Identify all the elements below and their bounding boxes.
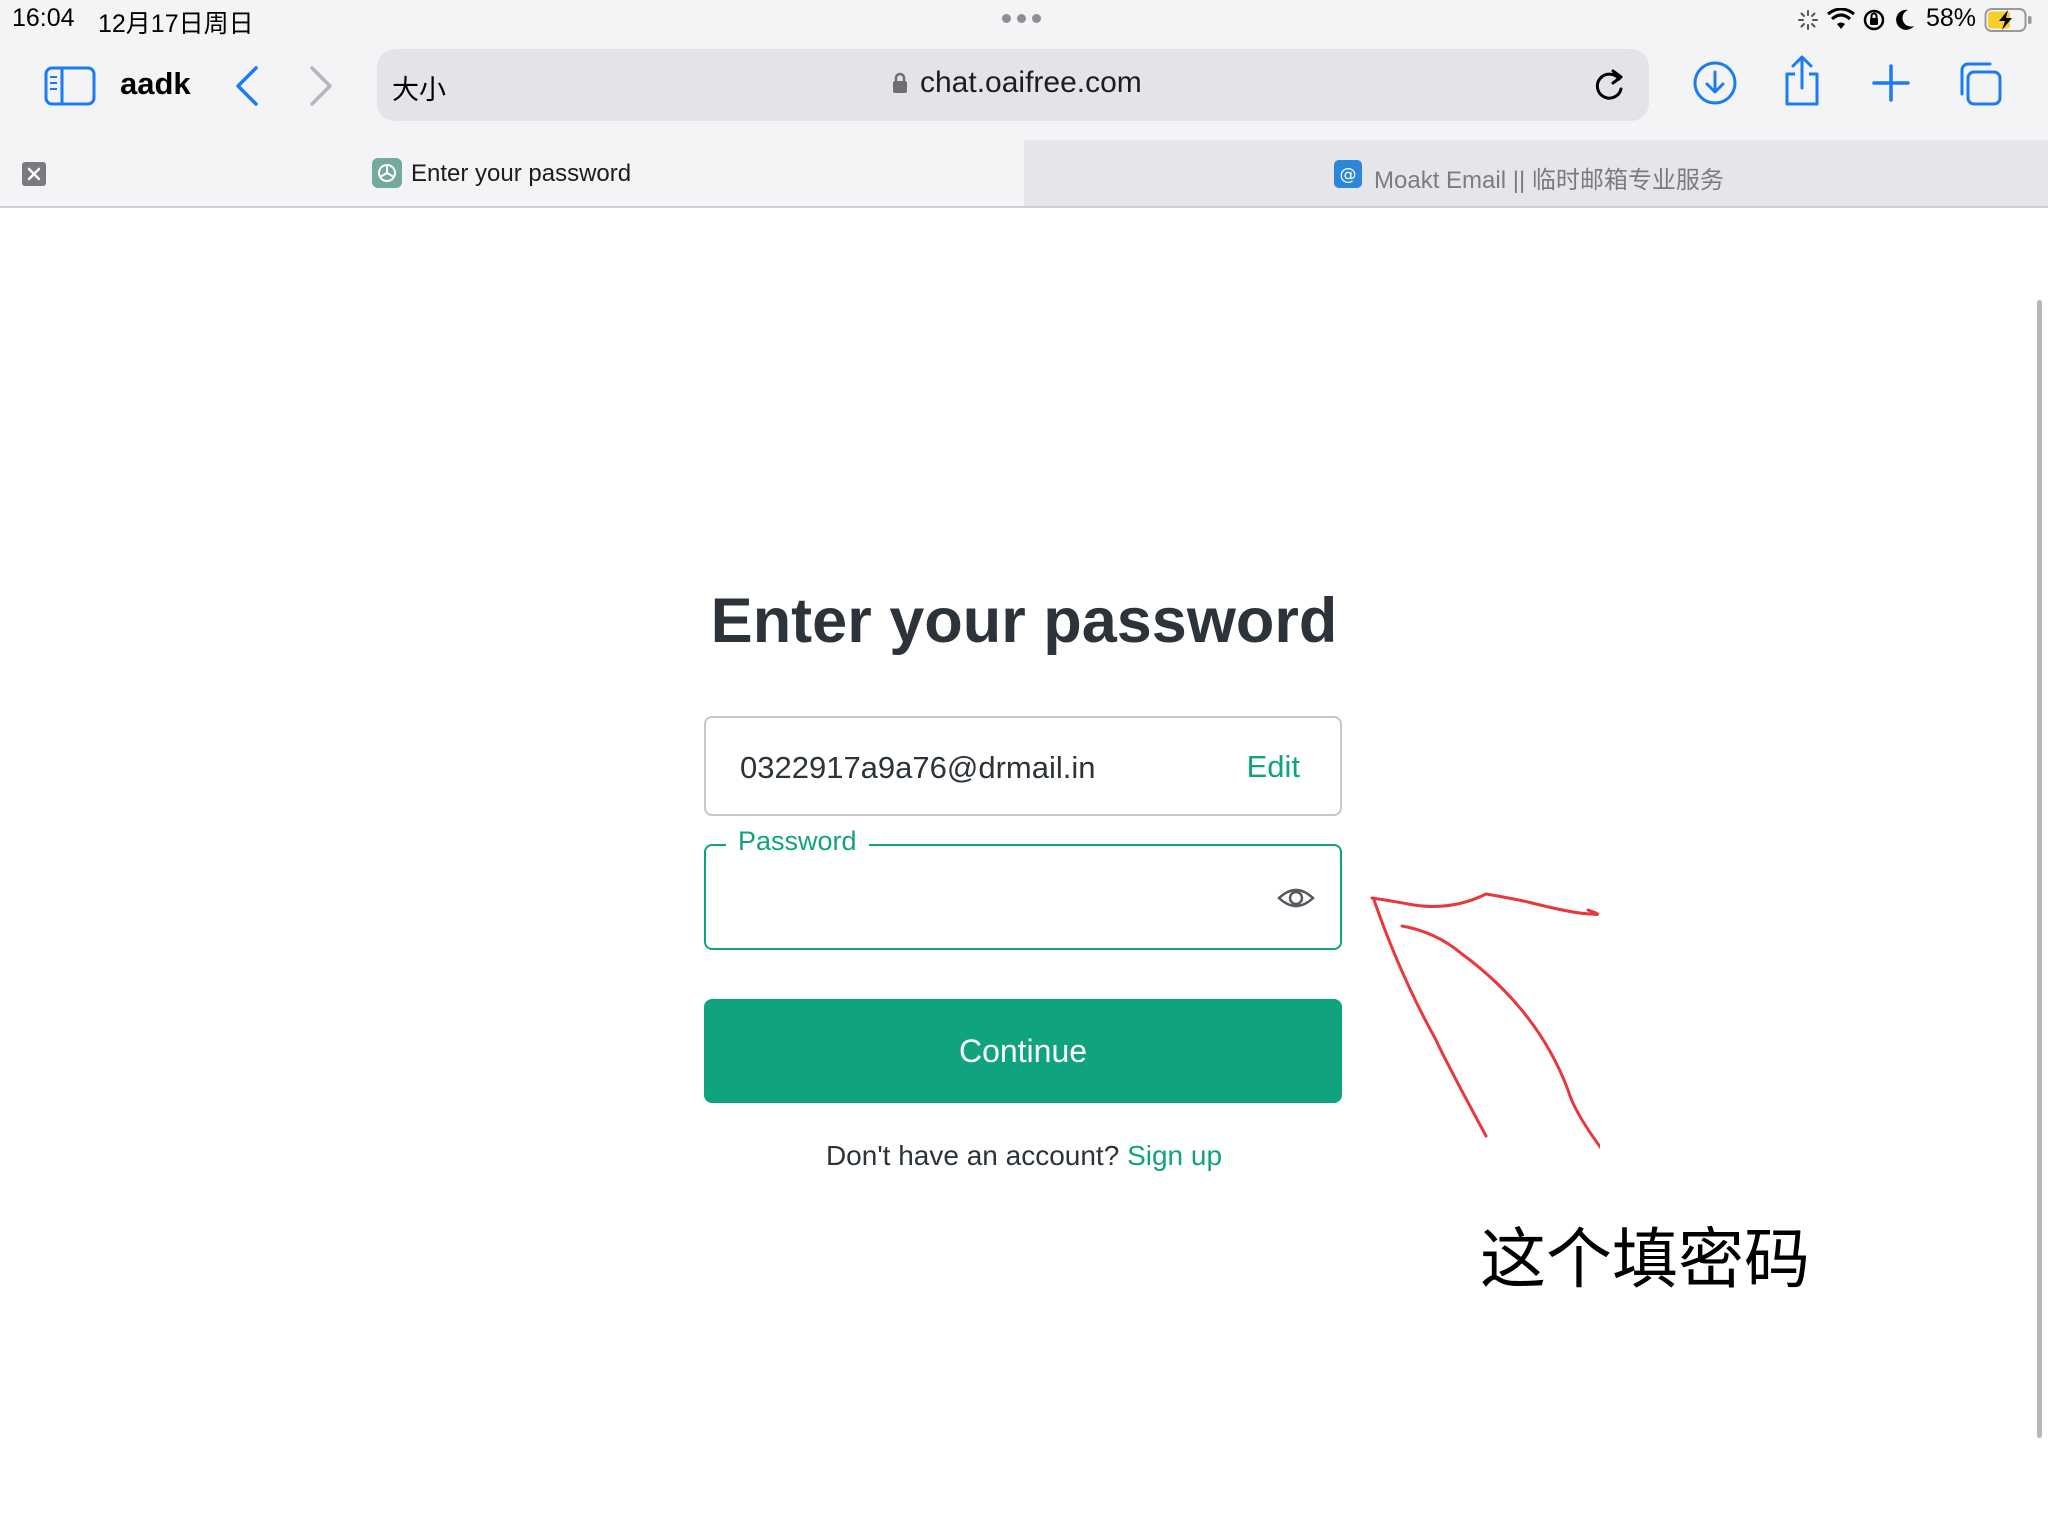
battery-percent: 58% (1926, 4, 1977, 32)
email-value: 0322917a9a76@drmail.in (740, 750, 1096, 785)
forward-icon[interactable] (306, 64, 336, 108)
wifi-icon (1827, 8, 1855, 29)
show-password-eye-icon[interactable] (1276, 880, 1316, 916)
share-icon[interactable] (1782, 54, 1822, 108)
annotation-arrow (1370, 892, 1600, 1150)
tab-group-title[interactable]: aadk (120, 66, 191, 102)
tab-active-title: Enter your password (411, 160, 632, 187)
multitasking-dots[interactable] (1002, 14, 1046, 26)
reader-size-button[interactable]: 大小 (392, 68, 446, 107)
signup-prompt: Don't have an account? Sign up (0, 1140, 2048, 1172)
tabs-overview-icon[interactable] (1956, 60, 2004, 108)
browser-toolbar: aadk 大小 chat.oaifree.com (0, 40, 2048, 140)
reload-icon[interactable] (1591, 65, 1627, 105)
lock-icon (893, 72, 907, 93)
email-readonly-field: 0322917a9a76@drmail.in Edit (704, 716, 1342, 816)
tab-bar: Enter your password @ Moakt Email || 临时邮… (0, 140, 2048, 208)
status-time: 16:04 (12, 4, 75, 32)
url-text[interactable]: chat.oaifree.com (920, 66, 1142, 100)
no-account-text: Don't have an account? (825, 1140, 1120, 1171)
at-sign-icon: @ (1334, 160, 1362, 188)
scrollbar[interactable] (2037, 300, 2042, 1438)
moon-icon (1896, 9, 1914, 30)
activity-icon (1798, 10, 1818, 30)
orientation-lock-icon (1863, 9, 1885, 31)
edit-email-link[interactable]: Edit (1247, 749, 1300, 785)
chatgpt-logo-icon (372, 158, 402, 188)
tab-inactive-title: Moakt Email || 临时邮箱专业服务 (1374, 167, 1724, 194)
battery-charging-icon (1984, 8, 2032, 32)
download-icon[interactable] (1692, 60, 1738, 106)
continue-button[interactable]: Continue (704, 999, 1342, 1103)
back-icon[interactable] (232, 64, 262, 108)
password-field[interactable]: Password (704, 826, 1342, 950)
annotation-text: 这个填密码 (1480, 1221, 1810, 1298)
status-bar: 16:04 12月17日周日 58% (0, 0, 2048, 40)
status-date: 12月17日周日 (98, 10, 254, 38)
signup-link[interactable]: Sign up (1127, 1140, 1222, 1171)
password-input[interactable] (726, 876, 1250, 922)
svg-text:@: @ (1340, 165, 1357, 185)
sidebar-icon[interactable] (44, 66, 96, 106)
page-title: Enter your password (710, 586, 1338, 656)
new-tab-icon[interactable] (1872, 64, 1910, 102)
tab-inactive[interactable]: @ Moakt Email || 临时邮箱专业服务 (1024, 140, 2048, 206)
password-label: Password (726, 826, 869, 857)
tab-active[interactable]: Enter your password (0, 140, 1024, 206)
